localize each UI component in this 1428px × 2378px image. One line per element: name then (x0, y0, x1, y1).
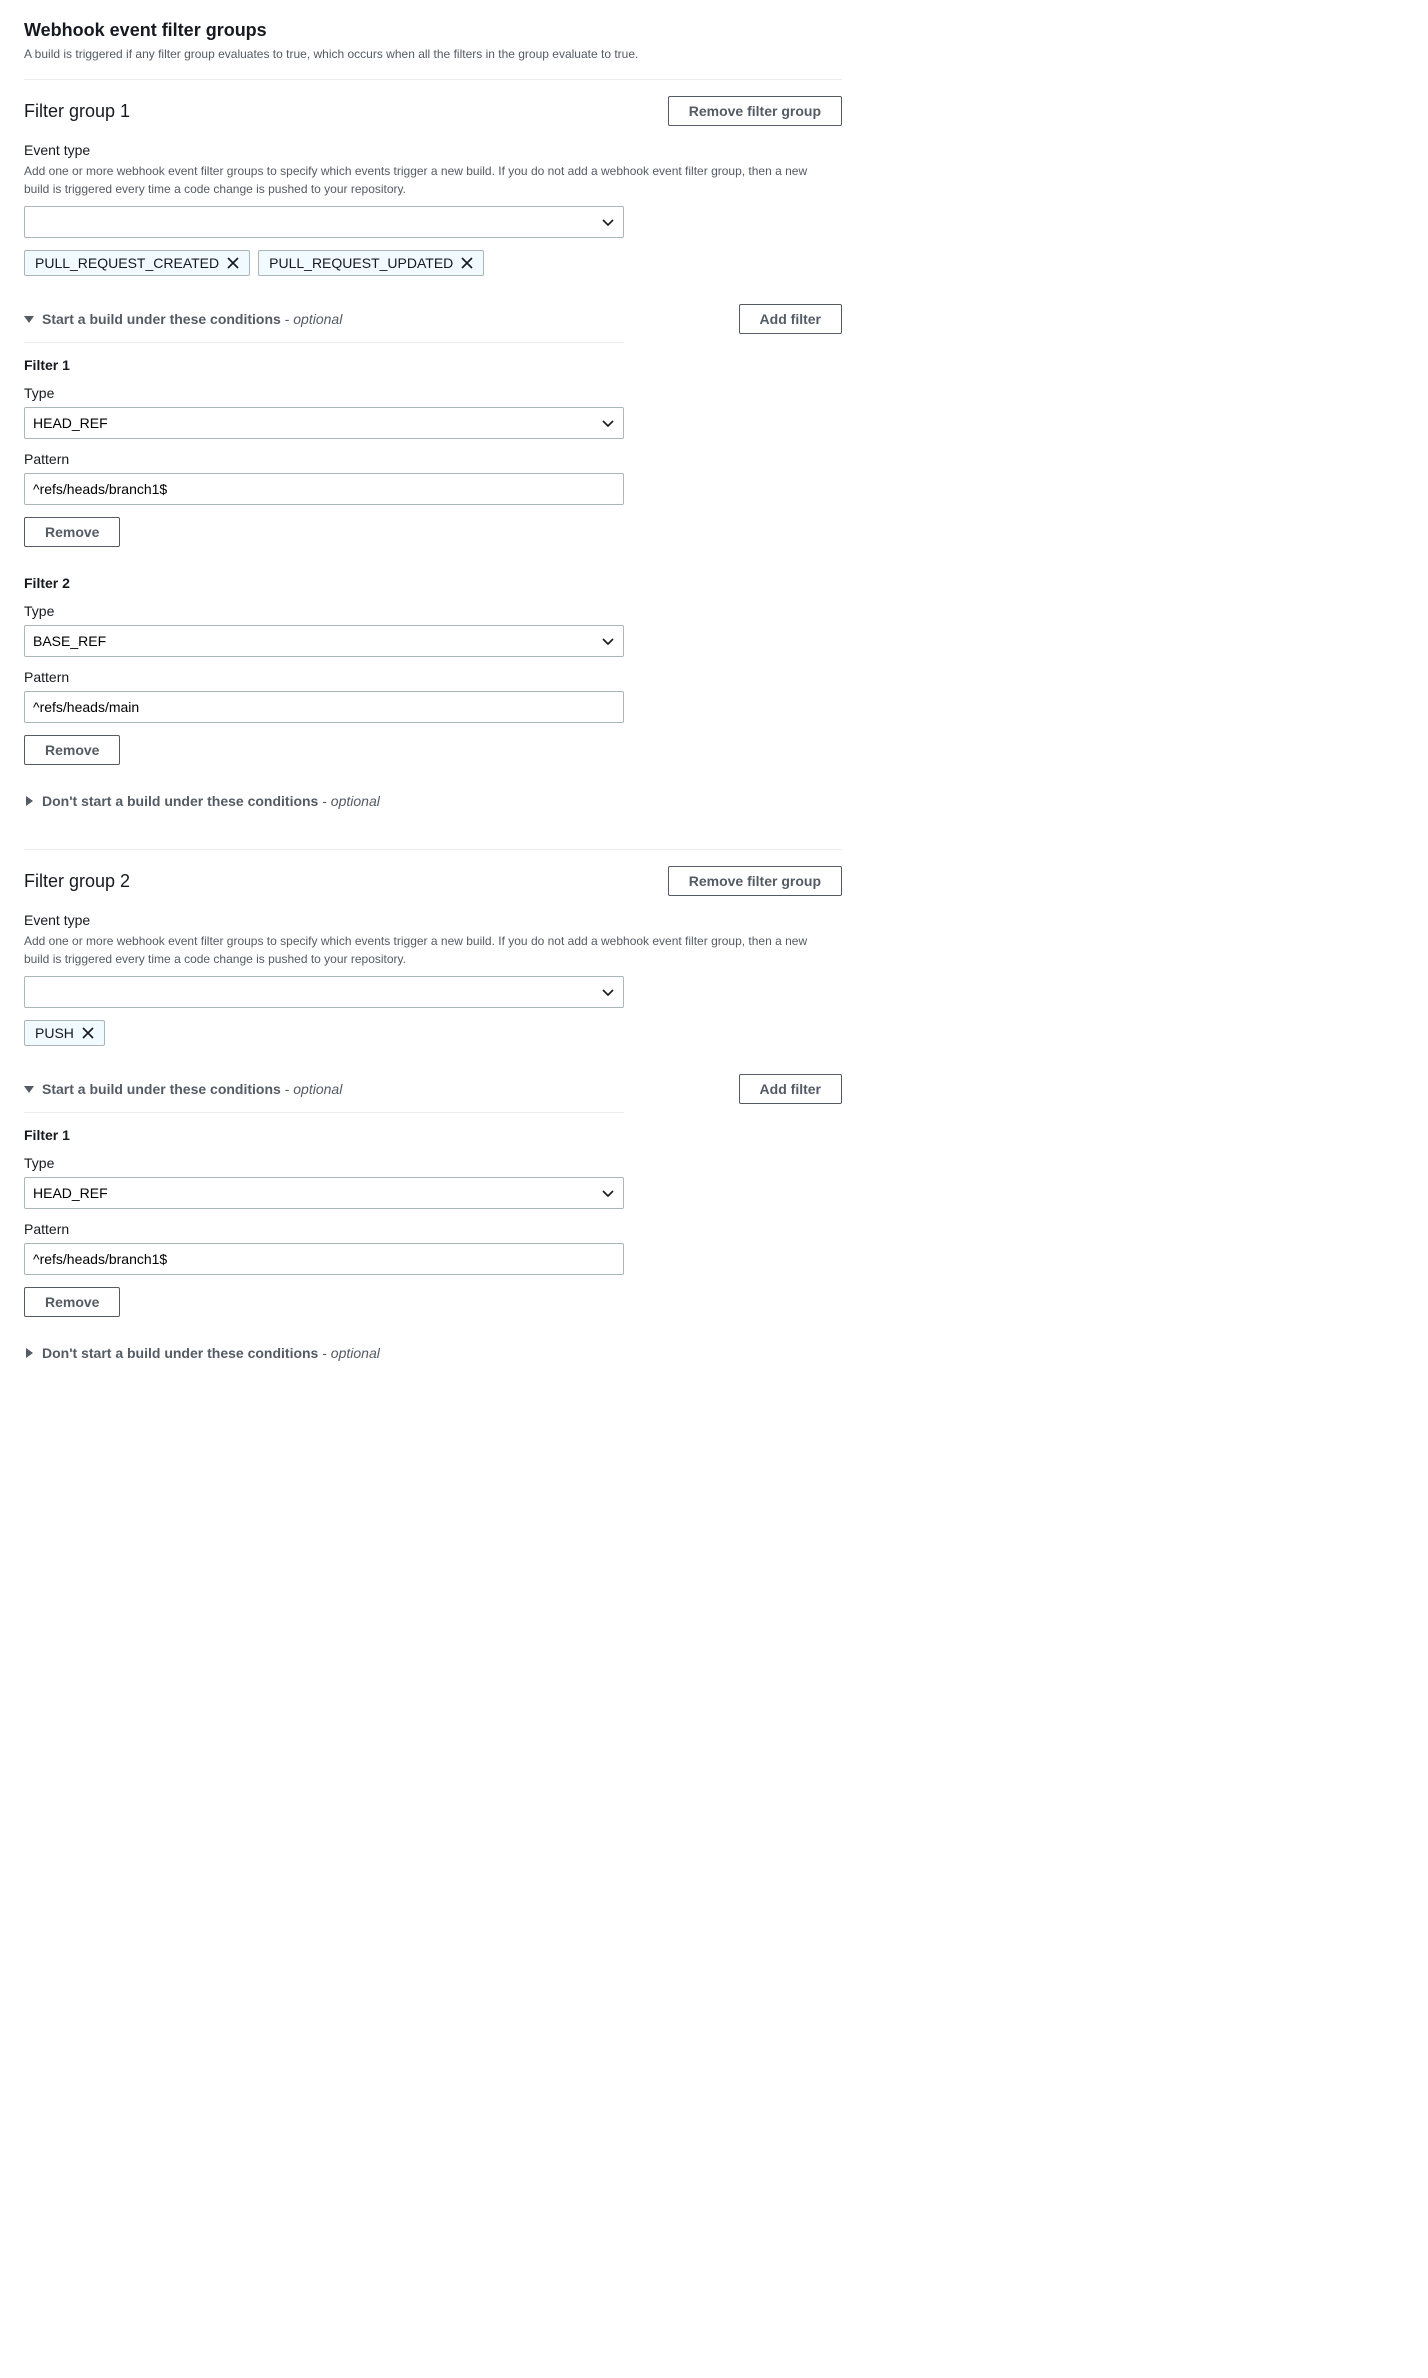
filter-block: Filter 2 Type Pattern Remove (24, 575, 842, 765)
filter-group-2: Filter group 2 Remove filter group Event… (24, 866, 842, 1361)
remove-tag-icon[interactable] (227, 257, 239, 269)
optional-label: optional (331, 793, 380, 809)
remove-tag-icon[interactable] (82, 1027, 94, 1039)
optional-label: optional (293, 1081, 342, 1097)
type-label: Type (24, 385, 842, 401)
dash: - (281, 311, 293, 327)
filter-type-select[interactable] (24, 625, 624, 657)
event-tag-label: PULL_REQUEST_UPDATED (269, 255, 453, 271)
page-header: Webhook event filter groups A build is t… (24, 20, 842, 61)
filter-block: Filter 1 Type Pattern Remove (24, 1127, 842, 1317)
caret-right-icon (24, 1348, 34, 1358)
filter-type-input[interactable] (24, 407, 624, 439)
add-filter-button[interactable]: Add filter (739, 304, 842, 334)
event-type-label: Event type (24, 912, 842, 928)
event-tag: PUSH (24, 1020, 105, 1046)
filter-group-1: Filter group 1 Remove filter group Event… (24, 96, 842, 809)
filter-type-input[interactable] (24, 625, 624, 657)
divider (24, 342, 624, 343)
filter-type-select[interactable] (24, 1177, 624, 1209)
dash: - (318, 793, 330, 809)
remove-filter-group-button[interactable]: Remove filter group (668, 96, 842, 126)
optional-label: optional (293, 311, 342, 327)
dash: - (281, 1081, 293, 1097)
dont-start-label: Don't start a build under these conditio… (42, 1345, 318, 1361)
event-type-label: Event type (24, 142, 842, 158)
event-type-description: Add one or more webhook event filter gro… (24, 932, 824, 968)
event-tag: PULL_REQUEST_CREATED (24, 250, 250, 276)
page-description: A build is triggered if any filter group… (24, 47, 842, 61)
pattern-input[interactable] (24, 473, 624, 505)
pattern-input[interactable] (24, 1243, 624, 1275)
start-build-toggle[interactable]: Start a build under these conditions - o… (24, 1081, 624, 1097)
remove-tag-icon[interactable] (461, 257, 473, 269)
remove-filter-button[interactable]: Remove (24, 517, 120, 547)
caret-down-icon (24, 1084, 34, 1094)
dont-start-label: Don't start a build under these conditio… (42, 793, 318, 809)
event-type-input[interactable] (24, 206, 624, 238)
dont-start-toggle[interactable]: Don't start a build under these conditio… (24, 1345, 842, 1361)
pattern-input[interactable] (24, 691, 624, 723)
event-tag-label: PULL_REQUEST_CREATED (35, 255, 219, 271)
event-type-select[interactable] (24, 976, 624, 1008)
divider (24, 849, 842, 850)
filter-type-input[interactable] (24, 1177, 624, 1209)
pattern-label: Pattern (24, 1221, 842, 1237)
filter-group-title: Filter group 2 (24, 871, 130, 892)
start-build-label: Start a build under these conditions (42, 311, 281, 327)
start-build-toggle[interactable]: Start a build under these conditions - o… (24, 311, 624, 327)
filter-title: Filter 1 (24, 357, 842, 373)
event-type-input[interactable] (24, 976, 624, 1008)
remove-filter-group-button[interactable]: Remove filter group (668, 866, 842, 896)
remove-filter-button[interactable]: Remove (24, 735, 120, 765)
remove-filter-button[interactable]: Remove (24, 1287, 120, 1317)
filter-group-title: Filter group 1 (24, 101, 130, 122)
event-tag: PULL_REQUEST_UPDATED (258, 250, 484, 276)
caret-down-icon (24, 314, 34, 324)
event-type-description: Add one or more webhook event filter gro… (24, 162, 824, 198)
type-label: Type (24, 603, 842, 619)
divider (24, 1112, 624, 1113)
filter-title: Filter 2 (24, 575, 842, 591)
divider (24, 79, 842, 80)
type-label: Type (24, 1155, 842, 1171)
event-type-select[interactable] (24, 206, 624, 238)
filter-title: Filter 1 (24, 1127, 842, 1143)
dash: - (318, 1345, 330, 1361)
page-title: Webhook event filter groups (24, 20, 842, 41)
caret-right-icon (24, 796, 34, 806)
event-tag-label: PUSH (35, 1025, 74, 1041)
filter-type-select[interactable] (24, 407, 624, 439)
optional-label: optional (331, 1345, 380, 1361)
add-filter-button[interactable]: Add filter (739, 1074, 842, 1104)
filter-block: Filter 1 Type Pattern Remove (24, 357, 842, 547)
pattern-label: Pattern (24, 451, 842, 467)
dont-start-toggle[interactable]: Don't start a build under these conditio… (24, 793, 842, 809)
start-build-label: Start a build under these conditions (42, 1081, 281, 1097)
pattern-label: Pattern (24, 669, 842, 685)
